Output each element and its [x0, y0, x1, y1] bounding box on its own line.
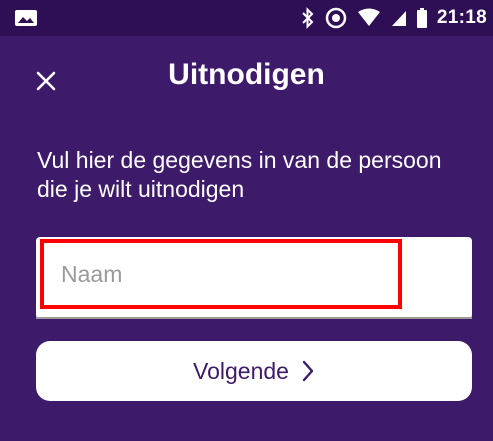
instruction-text: Vul hier de gegevens in van de persoon d…: [37, 147, 442, 202]
bluetooth-icon: [301, 7, 315, 29]
input-underline: [36, 317, 472, 319]
status-time: 21:18: [436, 7, 487, 28]
battery-icon: [416, 8, 427, 28]
do-not-disturb-icon: [325, 7, 347, 29]
next-button-label: Volgende: [193, 357, 289, 384]
name-input[interactable]: [40, 239, 402, 309]
page-title: Uitnodigen: [168, 58, 325, 91]
status-bar: 21:18: [0, 0, 493, 36]
status-icons: 21:18: [301, 0, 487, 36]
name-field-container: [36, 237, 472, 319]
chevron-right-icon: [301, 360, 315, 382]
app-header: Uitnodigen: [0, 36, 493, 124]
wifi-icon: [357, 8, 381, 28]
image-icon: [14, 9, 38, 27]
invite-screen: 21:18 Uitnodigen Vul hier de gegevens in…: [0, 0, 493, 441]
next-button[interactable]: Volgende: [36, 341, 472, 401]
signal-icon: [391, 9, 407, 27]
